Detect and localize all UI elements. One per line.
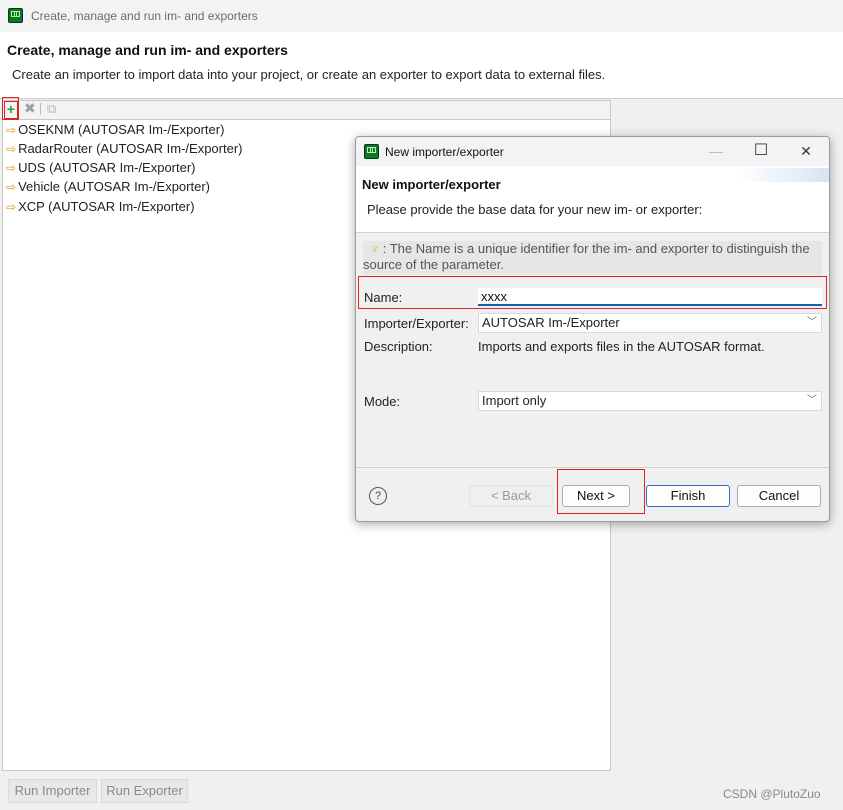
arrow-icon: ⇨ — [6, 161, 17, 175]
copy-icon[interactable]: ⧉ — [47, 101, 56, 117]
delete-icon[interactable]: ✖ — [24, 100, 36, 117]
page-title: Create, manage and run im- and exporters — [7, 42, 288, 58]
arrow-icon: ⇨ — [6, 180, 17, 194]
cancel-button[interactable]: Cancel — [737, 485, 821, 507]
importer-exporter-label: Importer/Exporter: — [364, 316, 469, 331]
watermark: CSDN @PlutoZuo — [723, 787, 821, 801]
dialog-header-description: Please provide the base data for your ne… — [367, 202, 703, 217]
dialog-title: New importer/exporter — [385, 145, 504, 159]
toolbar-separator — [40, 103, 41, 115]
name-input[interactable] — [478, 288, 822, 306]
next-button[interactable]: Next > — [562, 485, 630, 507]
minimize-icon[interactable]: — — [701, 140, 731, 162]
list-item[interactable]: ⇨ Vehicle (AUTOSAR Im-/Exporter) — [6, 179, 210, 198]
description-label: Description: — [364, 339, 433, 354]
list-item[interactable]: ⇨ UDS (AUTOSAR Im-/Exporter) — [6, 160, 196, 179]
description-value: Imports and exports files in the AUTOSAR… — [478, 339, 765, 354]
header-banner — [739, 168, 829, 182]
add-icon[interactable]: + — [4, 101, 18, 119]
list-item[interactable]: ⇨ RadarRouter (AUTOSAR Im-/Exporter) — [6, 141, 243, 160]
chevron-down-icon: ﹀ — [807, 395, 817, 406]
app-icon — [8, 8, 23, 23]
close-icon[interactable]: ✕ — [791, 140, 821, 162]
maximize-icon[interactable]: ☐ — [746, 140, 776, 162]
dialog-header-title: New importer/exporter — [362, 177, 501, 192]
run-importer-button[interactable]: Run Importer — [8, 779, 97, 803]
mode-label: Mode: — [364, 394, 401, 409]
help-icon[interactable]: ? — [369, 487, 387, 505]
importer-exporter-select[interactable]: AUTOSAR Im-/Exporter ﹀ — [478, 313, 822, 333]
window-title: Create, manage and run im- and exporters — [31, 9, 258, 23]
list-item[interactable]: ⇨ OSEKNM (AUTOSAR Im-/Exporter) — [6, 122, 224, 141]
finish-button[interactable]: Finish — [646, 485, 730, 507]
dialog-app-icon — [364, 144, 379, 159]
back-button[interactable]: < Back — [469, 485, 553, 507]
arrow-icon: ⇨ — [6, 200, 17, 214]
arrow-icon: ⇨ — [6, 123, 17, 137]
info-message: ♀: The Name is a unique identifier for t… — [363, 241, 822, 275]
lightbulb-icon: ♀ — [370, 241, 380, 256]
page-description: Create an importer to import data into y… — [12, 67, 606, 82]
run-exporter-button[interactable]: Run Exporter — [101, 779, 188, 803]
footer-divider — [356, 467, 829, 468]
chevron-down-icon: ﹀ — [807, 317, 817, 328]
list-item[interactable]: ⇨ XCP (AUTOSAR Im-/Exporter) — [6, 199, 195, 218]
mode-select[interactable]: Import only ﹀ — [478, 391, 822, 411]
new-importer-dialog: New importer/exporter — ☐ ✕ New importer… — [355, 136, 830, 522]
arrow-icon: ⇨ — [6, 142, 17, 156]
list-toolbar — [2, 100, 611, 119]
name-label: Name: — [364, 290, 403, 305]
